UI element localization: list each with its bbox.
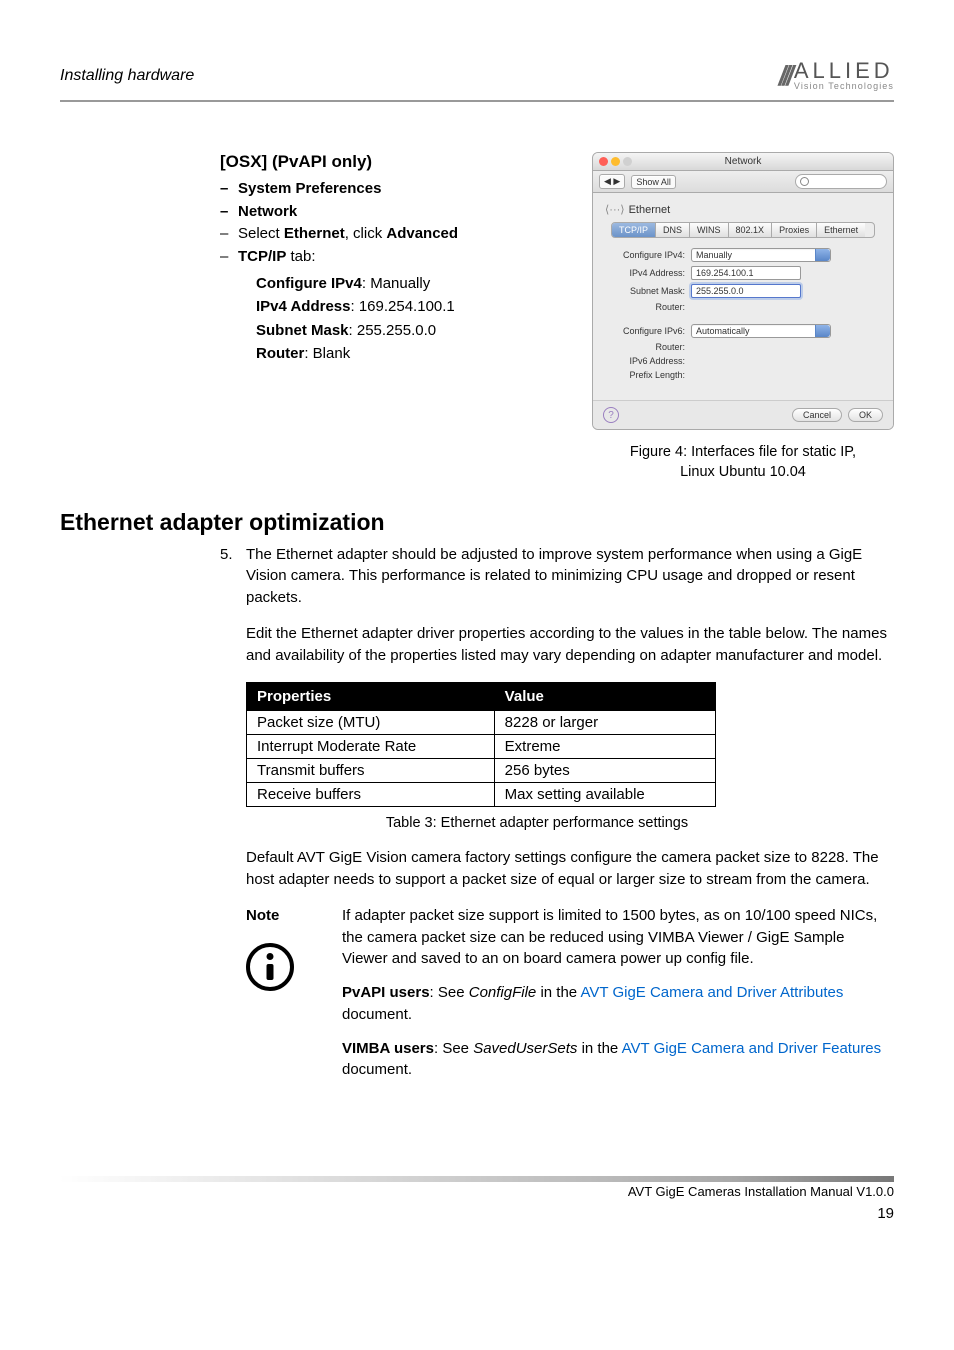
logo-sub-text: Vision Technologies bbox=[794, 82, 894, 91]
page-header: Installing hardware /// ALLIED Vision Te… bbox=[60, 60, 894, 102]
tab-wins: WINS bbox=[690, 223, 729, 237]
step-5: 5. The Ethernet adapter should be adjust… bbox=[220, 544, 894, 609]
configure-ipv6-select: Automatically bbox=[691, 324, 831, 338]
table-caption: Table 3: Ethernet adapter performance se… bbox=[180, 815, 894, 831]
table-header-properties: Properties bbox=[247, 683, 495, 711]
figure-caption: Figure 4: Interfaces file for static IP,… bbox=[592, 442, 894, 483]
ndash-icon: – bbox=[220, 246, 238, 269]
page-number: 19 bbox=[60, 1205, 894, 1222]
section-title: Installing hardware bbox=[60, 67, 194, 85]
brand-logo: /// ALLIED Vision Technologies bbox=[779, 60, 894, 92]
close-icon bbox=[599, 157, 608, 166]
info-icon bbox=[246, 943, 294, 991]
footer-text: AVT GigE Cameras Installation Manual V1.… bbox=[60, 1184, 894, 1199]
ndash-icon: – bbox=[220, 223, 238, 246]
window-titlebar: Network bbox=[593, 153, 893, 171]
minimize-icon bbox=[611, 157, 620, 166]
config-details: Configure IPv4: Manually IPv4 Address: 1… bbox=[256, 272, 572, 365]
tab-8021x: 802.1X bbox=[729, 223, 773, 237]
paragraph: Default AVT GigE Vision camera factory s… bbox=[246, 847, 894, 891]
help-icon: ? bbox=[603, 407, 619, 423]
dash-icon: – bbox=[220, 178, 238, 201]
tab-ethernet: Ethernet bbox=[817, 223, 865, 237]
page-footer: AVT GigE Cameras Installation Manual V1.… bbox=[60, 1176, 894, 1222]
list-item: Select Ethernet, click Advanced bbox=[238, 223, 572, 246]
ethernet-icon: ⟨···⟩ bbox=[605, 203, 625, 216]
list-item: TCP/IP tab: bbox=[238, 246, 572, 269]
table-row: Transmit buffers256 bytes bbox=[247, 759, 716, 783]
list-item: Network bbox=[238, 201, 572, 224]
osx-list: –System Preferences –Network – Select Et… bbox=[220, 178, 572, 268]
step-number: 5. bbox=[220, 544, 246, 609]
toolbar: ◀ ▶ Show All bbox=[593, 171, 893, 193]
table-row: Packet size (MTU)8228 or larger bbox=[247, 711, 716, 735]
logo-main-text: ALLIED bbox=[794, 60, 894, 82]
link-camera-driver-features[interactable]: AVT GigE Camera and Driver Features bbox=[622, 1040, 882, 1057]
tabs: TCP/IP DNS WINS 802.1X Proxies Ethernet bbox=[611, 222, 875, 238]
table-row: Interrupt Moderate RateExtreme bbox=[247, 735, 716, 759]
note-paragraph: VIMBA users: See SavedUserSets in the AV… bbox=[342, 1038, 894, 1082]
table-header-value: Value bbox=[494, 683, 715, 711]
configure-ipv4-select: Manually bbox=[691, 248, 831, 262]
nav-back-forward: ◀ ▶ bbox=[599, 174, 625, 189]
note-block: Note If adapter packet size support is l… bbox=[246, 905, 894, 1081]
note-paragraph: PvAPI users: See ConfigFile in the AVT G… bbox=[342, 982, 894, 1026]
properties-table: Properties Value Packet size (MTU)8228 o… bbox=[246, 682, 716, 807]
section-heading: Ethernet adapter optimization bbox=[60, 509, 894, 536]
paragraph: Edit the Ethernet adapter driver propert… bbox=[246, 623, 894, 667]
link-camera-driver-attrs[interactable]: AVT GigE Camera and Driver Attributes bbox=[580, 984, 843, 1001]
zoom-icon bbox=[623, 157, 632, 166]
search-input bbox=[795, 174, 887, 189]
osx-network-screenshot: Network ◀ ▶ Show All ⟨···⟩ Ethernet TC bbox=[592, 152, 894, 430]
table-row: Receive buffersMax setting available bbox=[247, 783, 716, 807]
ethernet-header: ⟨···⟩ Ethernet bbox=[605, 203, 881, 216]
ok-button: OK bbox=[848, 408, 883, 422]
ipv4-address-input: 169.254.100.1 bbox=[691, 266, 801, 280]
subnet-mask-input: 255.255.0.0 bbox=[691, 284, 801, 298]
show-all-button: Show All bbox=[631, 175, 676, 189]
cancel-button: Cancel bbox=[792, 408, 842, 422]
note-label: Note bbox=[246, 905, 342, 927]
tab-tcpip: TCP/IP bbox=[612, 223, 656, 237]
dash-icon: – bbox=[220, 201, 238, 224]
osx-heading: [OSX] (PvAPI only) bbox=[220, 152, 572, 172]
window-title: Network bbox=[725, 156, 762, 167]
logo-slash-icon: /// bbox=[779, 60, 790, 92]
tab-proxies: Proxies bbox=[772, 223, 817, 237]
step-text: The Ethernet adapter should be adjusted … bbox=[246, 544, 894, 609]
note-paragraph: If adapter packet size support is limite… bbox=[342, 905, 894, 970]
tab-dns: DNS bbox=[656, 223, 690, 237]
list-item: System Preferences bbox=[238, 178, 572, 201]
